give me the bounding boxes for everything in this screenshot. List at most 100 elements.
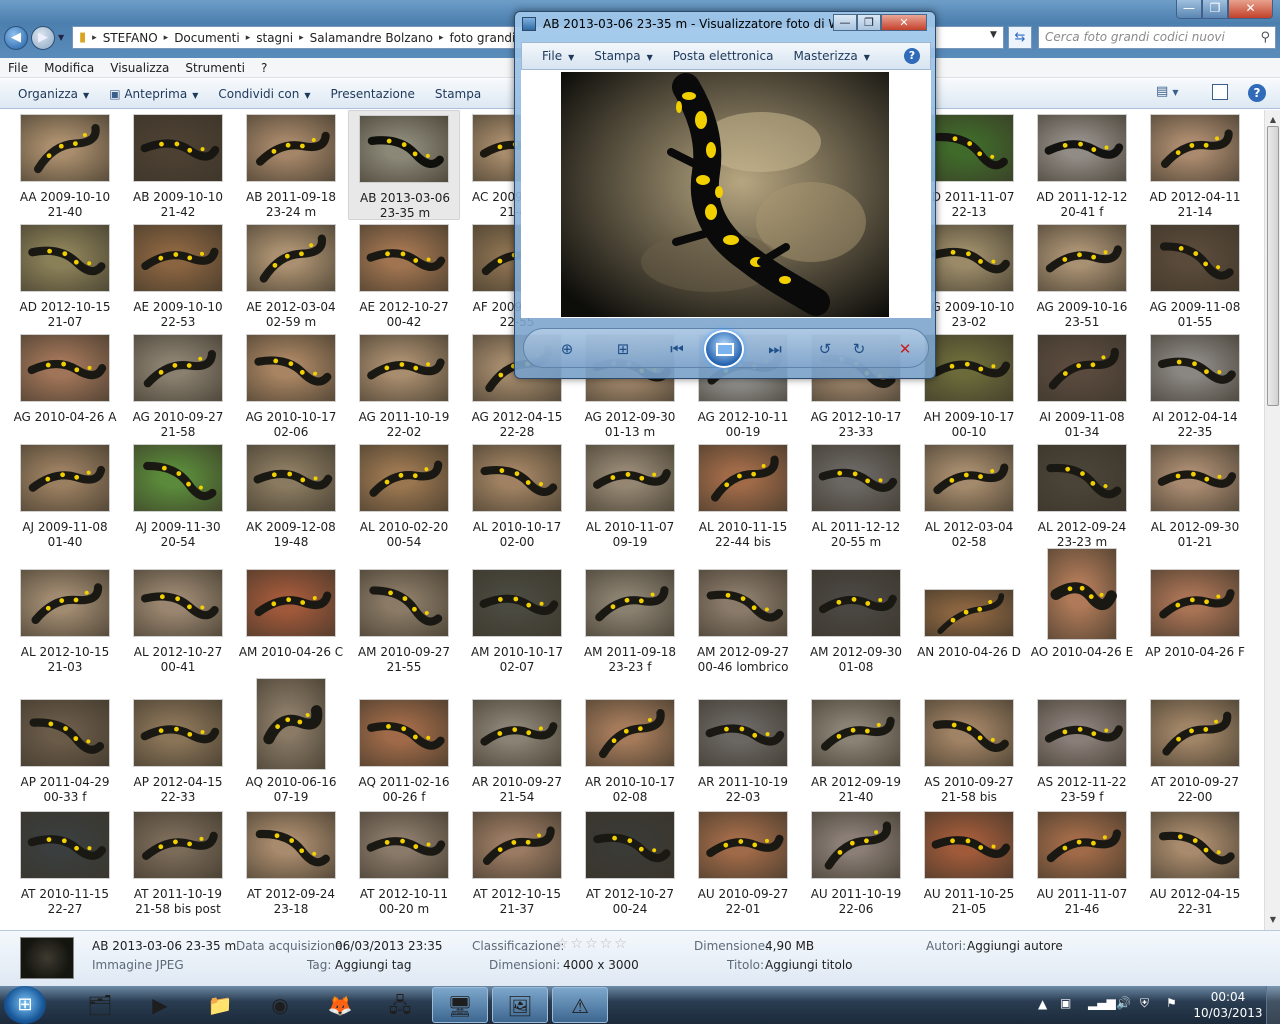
scroll-down-icon[interactable]: ▼ <box>1266 912 1280 928</box>
file-thumbnail[interactable]: AQ 2010-06-16 07-19 <box>235 678 347 805</box>
viewer-help-icon[interactable]: ? <box>904 48 920 64</box>
file-thumbnail[interactable]: AM 2011-09-18 23-23 f <box>574 565 686 675</box>
forward-icon[interactable]: ▶ <box>31 26 55 50</box>
address-dropdown-icon[interactable]: ▼ <box>990 30 997 40</box>
file-thumbnail[interactable]: AL 2012-03-04 02-58 <box>913 440 1025 550</box>
viewer-menu-burn[interactable]: Masterizza ▼ <box>783 49 879 63</box>
search-input[interactable]: Cerca foto grandi codici nuovi ⚲ <box>1038 26 1276 49</box>
network-icon[interactable]: 🖧 <box>372 987 428 1023</box>
rotate-left-icon[interactable]: ↺ <box>812 338 838 360</box>
tag-value[interactable]: Aggiungi tag <box>335 958 411 972</box>
file-thumbnail[interactable]: AR 2011-10-19 22-03 <box>687 695 799 805</box>
file-thumbnail[interactable]: AP 2010-04-26 F <box>1139 565 1251 675</box>
clock[interactable]: 00:04 10/03/2013 <box>1192 989 1264 1021</box>
file-thumbnail[interactable]: AE 2009-10-10 22-53 <box>122 220 234 330</box>
file-thumbnail[interactable]: AU 2011-10-25 21-05 <box>913 807 1025 917</box>
next-icon[interactable]: ⏭ <box>762 338 788 360</box>
file-thumbnail[interactable]: AU 2012-04-15 22-31 <box>1139 807 1251 917</box>
file-thumbnail[interactable]: AG 2010-04-26 A <box>9 330 121 440</box>
photo-viewer-icon[interactable]: 🖼 <box>492 987 548 1023</box>
file-thumbnail[interactable]: AI 2009-11-08 01-34 <box>1026 330 1138 440</box>
firefox-icon[interactable]: 🦊 <box>312 987 368 1023</box>
action-center-flag-icon[interactable]: ⚑ <box>1166 996 1177 1010</box>
file-thumbnail[interactable]: AD 2012-04-11 21-14 <box>1139 110 1251 220</box>
search-icon[interactable]: ⚲ <box>1260 30 1270 45</box>
breadcrumb-item[interactable]: Salamandre Bolzano <box>310 31 433 45</box>
breadcrumb-item[interactable]: stagni <box>256 31 293 45</box>
file-thumbnail[interactable]: AR 2012-09-19 21-40 <box>800 695 912 805</box>
delete-icon[interactable]: ✕ <box>892 338 918 360</box>
viewer-menu-print[interactable]: Stampa ▼ <box>584 49 663 63</box>
slideshow-button[interactable]: Presentazione <box>321 87 425 101</box>
file-thumbnail[interactable]: AS 2010-09-27 21-58 bis <box>913 695 1025 805</box>
file-thumbnail[interactable]: AB 2009-10-10 21-42 <box>122 110 234 220</box>
share-button[interactable]: Condividi con ▼ <box>208 87 320 101</box>
minimize-button[interactable]: — <box>1176 0 1202 19</box>
rating-stars[interactable]: ☆☆☆☆☆ <box>556 936 629 952</box>
menu-edit[interactable]: Modifica <box>36 61 102 75</box>
start-button[interactable]: ⊞ <box>4 986 46 1024</box>
file-thumbnail[interactable]: AE 2012-10-27 00-42 <box>348 220 460 330</box>
file-thumbnail[interactable]: AT 2012-10-11 00-20 m <box>348 807 460 917</box>
menu-tools[interactable]: Strumenti <box>177 61 253 75</box>
file-thumbnail[interactable]: AT 2010-11-15 22-27 <box>9 807 121 917</box>
file-thumbnail[interactable]: AL 2010-02-20 00-54 <box>348 440 460 550</box>
file-thumbnail[interactable]: AN 2010-04-26 D <box>913 565 1025 675</box>
volume-icon[interactable]: 🔊 <box>1116 996 1131 1010</box>
folder-icon[interactable]: 📁 <box>192 987 248 1023</box>
file-thumbnail[interactable]: AO 2010-04-26 E <box>1026 548 1138 675</box>
rotate-right-icon[interactable]: ↻ <box>846 338 872 360</box>
viewer-menu-file[interactable]: File ▼ <box>532 49 584 63</box>
file-thumbnail[interactable]: AP 2011-04-29 00-33 f <box>9 695 121 805</box>
vertical-scrollbar[interactable]: ▲ ▼ <box>1264 110 1280 930</box>
breadcrumb-item[interactable]: foto grandi <box>449 31 515 45</box>
refresh-icon[interactable]: ⇆ <box>1008 26 1032 49</box>
menu-view[interactable]: Visualizza <box>102 61 177 75</box>
file-thumbnail[interactable]: AE 2012-03-04 02-59 m <box>235 220 347 330</box>
file-thumbnail[interactable]: AM 2010-04-26 C <box>235 565 347 675</box>
file-thumbnail[interactable]: AU 2010-09-27 22-01 <box>687 807 799 917</box>
file-thumbnail[interactable]: AL 2010-11-07 09-19 <box>574 440 686 550</box>
file-thumbnail[interactable]: AM 2010-09-27 21-55 <box>348 565 460 675</box>
file-thumbnail[interactable]: AQ 2011-02-16 00-26 f <box>348 695 460 805</box>
recent-pages-dropdown-icon[interactable]: ▼ <box>58 33 64 42</box>
file-thumbnail[interactable]: AR 2010-09-27 21-54 <box>461 695 573 805</box>
viewer-menu-email[interactable]: Posta elettronica <box>663 49 784 63</box>
file-thumbnail[interactable]: AL 2010-10-17 02-00 <box>461 440 573 550</box>
file-thumbnail[interactable]: AD 2011-12-12 20-41 f <box>1026 110 1138 220</box>
file-thumbnail[interactable]: AJ 2009-11-30 20-54 <box>122 440 234 550</box>
vlc-icon[interactable]: ⚠ <box>552 987 608 1023</box>
slideshow-button[interactable] <box>704 330 744 368</box>
close-button[interactable]: ✕ <box>1228 0 1273 19</box>
organize-button[interactable]: Organizza ▼ <box>8 87 99 101</box>
file-thumbnail[interactable]: AL 2012-09-30 01-21 <box>1139 440 1251 550</box>
viewer-maximize-button[interactable]: ❐ <box>857 14 881 31</box>
print-button[interactable]: Stampa <box>425 87 491 101</box>
file-thumbnail[interactable]: AI 2012-04-14 22-35 <box>1139 330 1251 440</box>
menu-file[interactable]: File <box>0 61 36 75</box>
file-thumbnail[interactable]: AL 2012-09-24 23-23 m <box>1026 440 1138 550</box>
file-thumbnail[interactable]: AM 2012-09-27 00-46 lombrico <box>687 565 799 675</box>
file-thumbnail[interactable]: AG 2009-11-08 01-55 <box>1139 220 1251 330</box>
file-thumbnail[interactable]: AL 2011-12-12 20-55 m <box>800 440 912 550</box>
zoom-icon[interactable]: ⊕ <box>554 338 580 360</box>
help-icon[interactable]: ? <box>1248 84 1266 102</box>
media-player-icon[interactable]: ▶ <box>132 987 188 1023</box>
file-thumbnail[interactable]: AM 2010-10-17 02-07 <box>461 565 573 675</box>
scroll-thumb[interactable] <box>1267 126 1279 406</box>
file-thumbnail[interactable]: AT 2012-10-27 00-24 <box>574 807 686 917</box>
file-thumbnail[interactable]: AT 2012-09-24 23-18 <box>235 807 347 917</box>
menu-help[interactable]: ? <box>253 61 275 75</box>
file-thumbnail[interactable]: AG 2011-10-19 22-02 <box>348 330 460 440</box>
chrome-icon[interactable]: ◉ <box>252 987 308 1023</box>
file-thumbnail[interactable]: AG 2010-10-17 02-06 <box>235 330 347 440</box>
viewer-minimize-button[interactable]: — <box>833 14 857 31</box>
file-thumbnail[interactable]: AT 2010-09-27 22-00 <box>1139 695 1251 805</box>
preview-button[interactable]: ▣ Anteprima ▼ <box>99 87 208 101</box>
file-thumbnail[interactable]: AL 2010-11-15 22-44 bis <box>687 440 799 550</box>
breadcrumb-item[interactable]: STEFANO <box>103 31 158 45</box>
explorer-icon[interactable]: 🗂 <box>72 987 128 1023</box>
file-thumbnail[interactable]: AT 2012-10-15 21-37 <box>461 807 573 917</box>
file-thumbnail[interactable]: AU 2011-11-07 21-46 <box>1026 807 1138 917</box>
back-icon[interactable]: ◀ <box>4 26 28 50</box>
